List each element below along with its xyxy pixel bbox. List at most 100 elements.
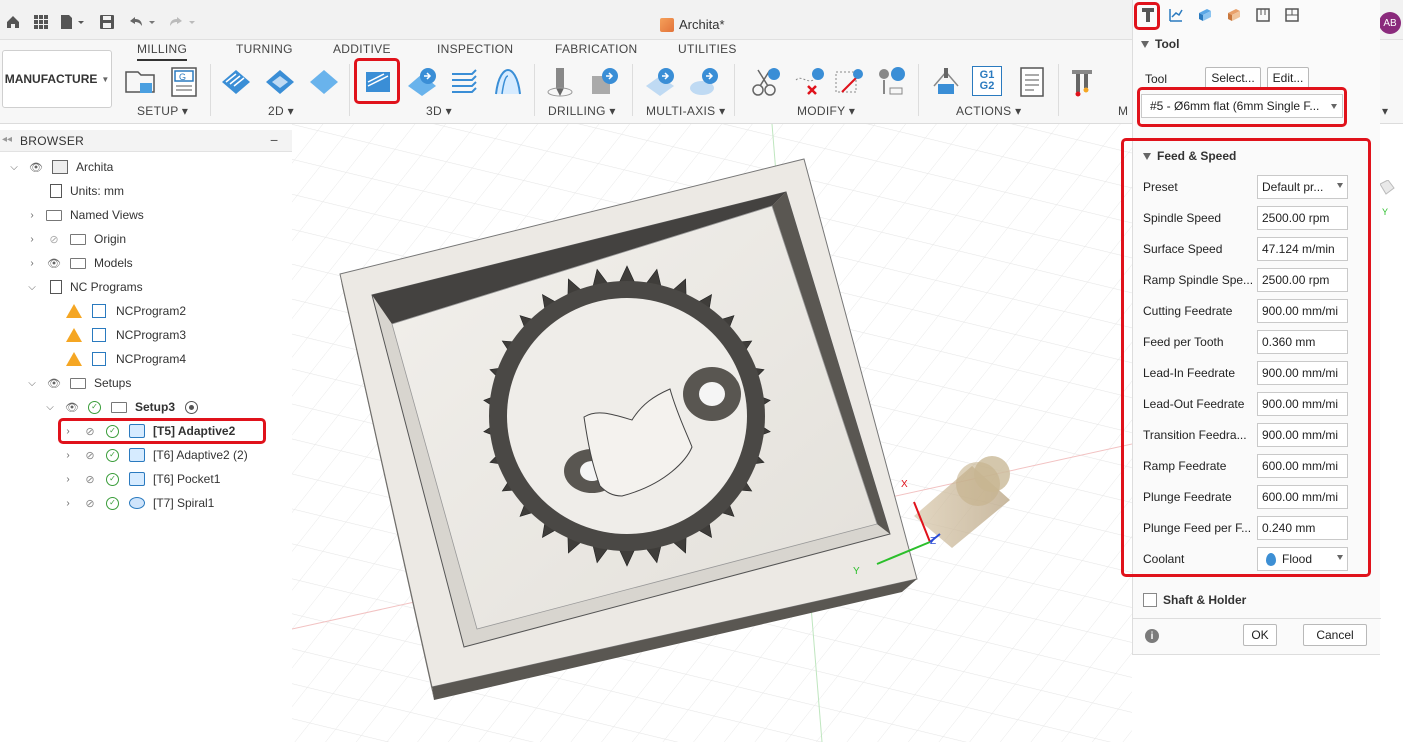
preset-dropdown[interactable]: Default pr...: [1257, 175, 1348, 199]
edit-tool-button[interactable]: Edit...: [1267, 67, 1309, 89]
tab-milling[interactable]: MILLING: [137, 42, 188, 61]
3d-viewport[interactable]: X Y Z: [292, 124, 1132, 742]
tab-additive[interactable]: ADDITIVE: [333, 42, 391, 56]
eye-icon[interactable]: 👁: [28, 161, 44, 174]
chevron-down-icon[interactable]: ⌵: [26, 282, 38, 293]
ramp-feedrate-input[interactable]: 600.00 mm/mi: [1257, 454, 1348, 478]
face-icon[interactable]: [308, 66, 340, 98]
user-avatar[interactable]: AB: [1379, 12, 1401, 34]
2d-adaptive-icon[interactable]: [220, 66, 252, 98]
delete-toolpath-icon[interactable]: [794, 66, 826, 98]
scallop-icon[interactable]: [492, 66, 524, 98]
group-modify[interactable]: MODIFY ▾: [797, 104, 855, 118]
group-3d[interactable]: 3D ▾: [426, 104, 452, 118]
linking-tab-icon[interactable]: [1252, 4, 1274, 26]
new-setup-icon[interactable]: [124, 66, 156, 98]
tree-item-ncprogram2[interactable]: NCProgram2: [66, 300, 186, 322]
eye-icon[interactable]: 👁: [46, 257, 62, 270]
eye-icon[interactable]: 👁: [46, 377, 62, 390]
chevron-right-icon[interactable]: ›: [26, 234, 38, 245]
coolant-dropdown[interactable]: Flood: [1257, 547, 1348, 571]
select-tool-button[interactable]: Select...: [1205, 67, 1261, 89]
eye-hidden-icon[interactable]: ⊘: [82, 449, 98, 462]
tree-item-named-views[interactable]: › Named Views: [26, 204, 143, 226]
tree-item-archita[interactable]: ⌵ 👁 Archita: [8, 156, 113, 178]
tree-item-setup3[interactable]: ⌵ 👁 ✓ Setup3: [44, 396, 199, 418]
tree-item-ncprogram3[interactable]: NCProgram3: [66, 324, 186, 346]
2d-pocket-icon[interactable]: [264, 66, 296, 98]
heights-tab-icon[interactable]: [1194, 4, 1216, 26]
eye-hidden-icon[interactable]: ⊘: [46, 233, 62, 246]
feed-speed-section-header[interactable]: Feed & Speed: [1143, 149, 1236, 163]
tab-turning[interactable]: TURNING: [236, 42, 293, 56]
chevron-right-icon[interactable]: ›: [62, 474, 74, 485]
chevron-down-icon[interactable]: ⌵: [8, 162, 20, 173]
trim-icon[interactable]: [748, 66, 780, 98]
post-process-icon[interactable]: G1 G2: [972, 66, 1002, 96]
home-icon[interactable]: [4, 12, 22, 32]
chevron-down-icon[interactable]: ⌵: [26, 378, 38, 389]
tool-section-header[interactable]: Tool: [1141, 37, 1179, 51]
transition-feedrate-input[interactable]: 900.00 mm/mi: [1257, 423, 1348, 447]
grid-icon[interactable]: [32, 12, 50, 32]
cutting-feedrate-input[interactable]: 900.00 mm/mi: [1257, 299, 1348, 323]
shaft-holder-checkbox[interactable]: [1143, 593, 1157, 607]
undo-icon[interactable]: [126, 12, 158, 32]
tool-library-icon[interactable]: [1070, 66, 1102, 98]
group-drilling[interactable]: DRILLING ▾: [548, 104, 616, 118]
nc-program-icon[interactable]: G: [168, 66, 200, 98]
spindle-speed-input[interactable]: 2500.00 rpm: [1257, 206, 1348, 230]
setup-sheet-icon[interactable]: [1016, 66, 1048, 98]
post-tab-icon[interactable]: [1281, 4, 1303, 26]
info-icon[interactable]: i: [1145, 629, 1159, 643]
tree-item-setups[interactable]: ⌵ 👁 Setups: [26, 372, 131, 394]
chevron-right-icon[interactable]: ›: [26, 210, 38, 221]
chevron-down-icon[interactable]: ⌵: [44, 402, 56, 413]
pattern-icon[interactable]: [876, 66, 908, 98]
eye-icon[interactable]: 👁: [64, 401, 80, 414]
tree-item-nc-programs[interactable]: ⌵ NC Programs: [26, 276, 143, 298]
chevron-right-icon[interactable]: ›: [26, 258, 38, 269]
tab-fabrication[interactable]: FABRICATION: [555, 42, 637, 56]
plunge-feed-per-rev-input[interactable]: 0.240 mm: [1257, 516, 1348, 540]
geometry-tab-icon[interactable]: [1165, 4, 1187, 26]
swarf-icon[interactable]: [644, 66, 676, 98]
cancel-button[interactable]: Cancel: [1303, 624, 1367, 646]
workspace-switcher[interactable]: MANUFACTURE ▼: [2, 50, 112, 108]
3d-pocket-icon[interactable]: [406, 66, 438, 98]
tree-item-units[interactable]: Units: mm: [30, 180, 124, 202]
simulate-icon[interactable]: [930, 66, 962, 98]
group-manage[interactable]: M: [1118, 104, 1128, 118]
active-setup-icon[interactable]: [185, 400, 199, 414]
passes-tab-icon[interactable]: [1223, 4, 1245, 26]
ok-button[interactable]: OK: [1243, 624, 1277, 646]
tab-inspection[interactable]: INSPECTION: [437, 42, 513, 56]
redo-icon[interactable]: [166, 12, 198, 32]
drill-icon[interactable]: [544, 66, 576, 98]
view-cube[interactable]: Y: [1379, 179, 1403, 220]
collapse-browser-button[interactable]: −: [270, 132, 278, 148]
tab-utilities[interactable]: UTILITIES: [678, 42, 737, 56]
group-setup[interactable]: SETUP ▾: [137, 104, 188, 118]
group-more[interactable]: ▾: [1382, 104, 1388, 118]
tree-item-ncprogram4[interactable]: NCProgram4: [66, 348, 186, 370]
tree-item-pocket1[interactable]: › ⊘ ✓ [T6] Pocket1: [62, 468, 220, 490]
save-icon[interactable]: [98, 12, 116, 32]
chevron-right-icon[interactable]: ›: [62, 498, 74, 509]
group-2d[interactable]: 2D ▾: [268, 104, 294, 118]
rotary-icon[interactable]: [688, 66, 720, 98]
file-menu-icon[interactable]: [58, 12, 88, 32]
drag-handle-icon[interactable]: ◂◂: [2, 134, 12, 145]
tree-item-models[interactable]: › 👁 Models: [26, 252, 132, 274]
group-multi-axis[interactable]: MULTI-AXIS ▾: [646, 104, 725, 118]
tree-item-origin[interactable]: › ⊘ Origin: [26, 228, 126, 250]
ramp-spindle-speed-input[interactable]: 2500.00 rpm: [1257, 268, 1348, 292]
plunge-feedrate-input[interactable]: 600.00 mm/mi: [1257, 485, 1348, 509]
chevron-right-icon[interactable]: ›: [62, 450, 74, 461]
tree-item-adaptive2-2[interactable]: › ⊘ ✓ [T6] Adaptive2 (2): [62, 444, 248, 466]
edit-toolpath-icon[interactable]: [832, 66, 864, 98]
hole-recognition-icon[interactable]: [588, 66, 620, 98]
lead-in-feedrate-input[interactable]: 900.00 mm/mi: [1257, 361, 1348, 385]
lead-out-feedrate-input[interactable]: 900.00 mm/mi: [1257, 392, 1348, 416]
eye-hidden-icon[interactable]: ⊘: [82, 473, 98, 486]
